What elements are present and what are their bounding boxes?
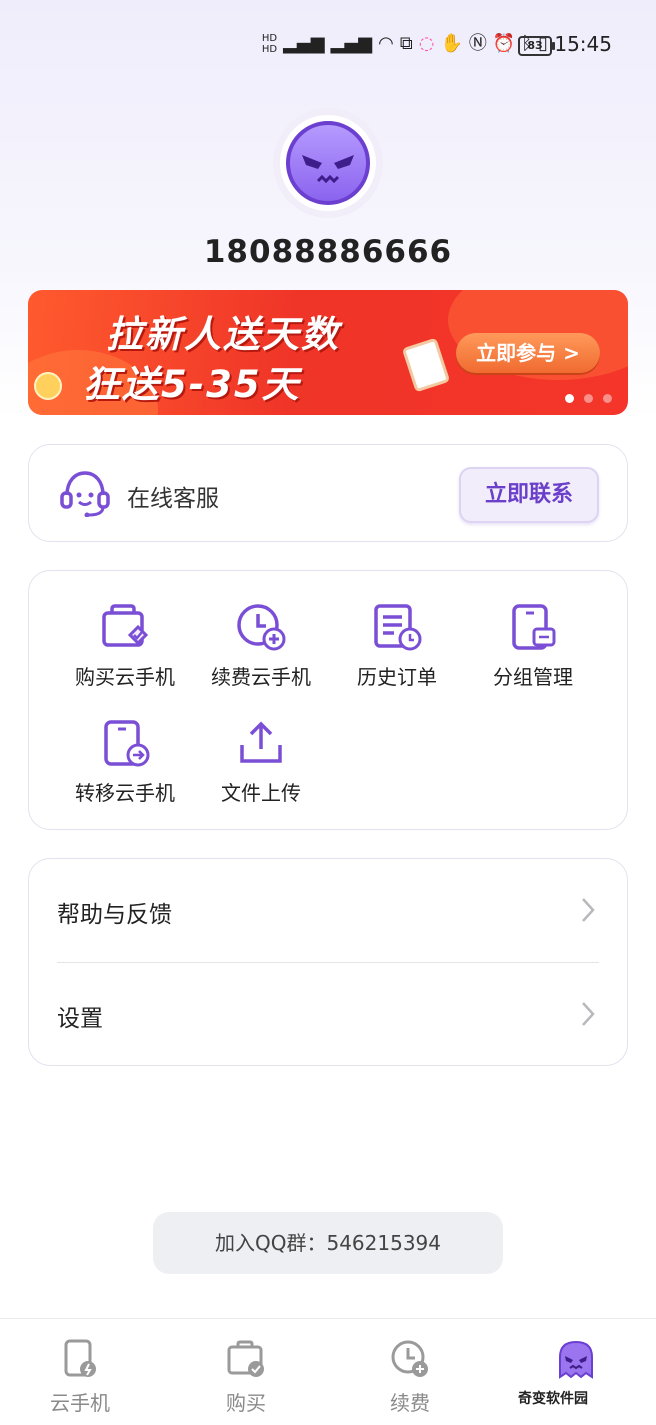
banner-title: 拉新人送天数 xyxy=(106,313,340,356)
service-label: 在线客服 xyxy=(127,486,219,512)
promo-banner[interactable]: 拉新人送天数 狂送5-35天 立即参与 > xyxy=(28,290,628,415)
upload-icon xyxy=(193,719,329,771)
tool-label: 分组管理 xyxy=(493,665,573,689)
tool-transfer-cloud-phone[interactable]: 转移云手机 xyxy=(57,719,193,806)
tool-buy-cloud-phone[interactable]: 购买云手机 xyxy=(57,603,193,690)
renew-clock-icon xyxy=(350,1339,470,1383)
clock-plus-icon xyxy=(193,603,329,655)
order-history-icon xyxy=(329,603,465,655)
ghost-avatar-icon xyxy=(516,1339,636,1383)
customer-service-card: 在线客服 立即联系 xyxy=(28,444,628,542)
battery-indicator: 83 xyxy=(518,36,555,56)
cloud-phone-icon xyxy=(20,1339,140,1383)
tool-label: 转移云手机 xyxy=(75,781,175,805)
tab-cloud-phone[interactable]: 云手机 xyxy=(20,1339,140,1416)
tool-group-manage[interactable]: 分组管理 xyxy=(465,603,601,690)
tools-card: 购买云手机 续费云手机 历史订单 分组管理 转移云手机 文件上传 xyxy=(28,570,628,830)
alarm-clock-icon xyxy=(34,372,62,400)
status-bar: HD HD ▂▄▆ ▂▄▆ ◠ ⧉ ◌ ✋ Ⓝ ⏰ ᛒ ▯ 83 15:45 xyxy=(0,0,656,88)
alarm-icon: ⏰ xyxy=(492,33,516,54)
hand-icon: ✋ xyxy=(440,33,463,54)
watermark: 奇变软件园 xyxy=(518,1391,588,1407)
contact-now-button[interactable]: 立即联系 xyxy=(459,467,599,523)
user-phone: 18088886666 xyxy=(203,234,453,270)
shopping-bag-icon xyxy=(186,1339,306,1383)
status-icons: HD HD ▂▄▆ ▂▄▆ ◠ ⧉ ◌ ✋ Ⓝ ⏰ ᛒ ▯ xyxy=(262,32,548,56)
signal-icon: HD HD xyxy=(261,33,278,55)
tool-label: 文件上传 xyxy=(221,781,301,805)
cart-phone-icon xyxy=(57,603,193,655)
bottom-tab-bar: 云手机 购买 续费 xyxy=(0,1318,656,1425)
headset-icon xyxy=(59,469,111,521)
transfer-icon xyxy=(57,719,193,771)
tab-buy[interactable]: 购买 xyxy=(186,1339,306,1416)
tab-label: 云手机 xyxy=(50,1391,110,1415)
avatar[interactable] xyxy=(273,108,383,218)
signal-bars-2-icon: ▂▄▆ xyxy=(330,33,373,54)
carousel-dot[interactable] xyxy=(584,394,593,403)
tool-label: 历史订单 xyxy=(357,665,437,689)
tool-file-upload[interactable]: 文件上传 xyxy=(193,719,329,806)
menu-item-settings[interactable]: 设置 xyxy=(29,963,627,1066)
tab-label: 购买 xyxy=(226,1391,266,1415)
menu-item-label: 帮助与反馈 xyxy=(57,902,172,928)
link-icon: ⧉ xyxy=(399,33,413,54)
chevron-right-icon xyxy=(581,897,595,927)
menu-item-help-feedback[interactable]: 帮助与反馈 xyxy=(29,859,627,962)
carousel-dot[interactable] xyxy=(565,394,574,403)
chevron-right-icon xyxy=(581,1001,595,1031)
banner-subtitle: 狂送5-35天 xyxy=(83,363,301,406)
tool-order-history[interactable]: 历史订单 xyxy=(329,603,465,690)
tool-label: 购买云手机 xyxy=(75,665,175,689)
wifi-icon: ◠ xyxy=(378,33,394,54)
tab-renew[interactable]: 续费 xyxy=(350,1339,470,1416)
ghost-avatar-icon xyxy=(280,115,376,211)
signal-bars-icon: ▂▄▆ xyxy=(283,33,325,54)
group-manage-icon xyxy=(465,603,601,655)
nfc-icon: Ⓝ xyxy=(468,33,487,54)
tool-label: 续费云手机 xyxy=(211,665,311,689)
sync-icon: ◌ xyxy=(418,33,435,54)
qq-group-button[interactable]: 加入QQ群：546215394 xyxy=(153,1212,503,1274)
tool-renew-cloud-phone[interactable]: 续费云手机 xyxy=(193,603,329,690)
carousel-dots xyxy=(565,394,612,403)
carousel-dot[interactable] xyxy=(603,394,612,403)
tab-profile[interactable] xyxy=(516,1339,636,1387)
tab-label: 续费 xyxy=(390,1391,430,1415)
menu-card: 帮助与反馈 设置 xyxy=(28,858,628,1066)
menu-item-label: 设置 xyxy=(57,1006,103,1032)
banner-join-button[interactable]: 立即参与 > xyxy=(456,333,600,373)
status-time: 15:45 xyxy=(554,32,612,56)
phone-icon xyxy=(401,337,451,393)
